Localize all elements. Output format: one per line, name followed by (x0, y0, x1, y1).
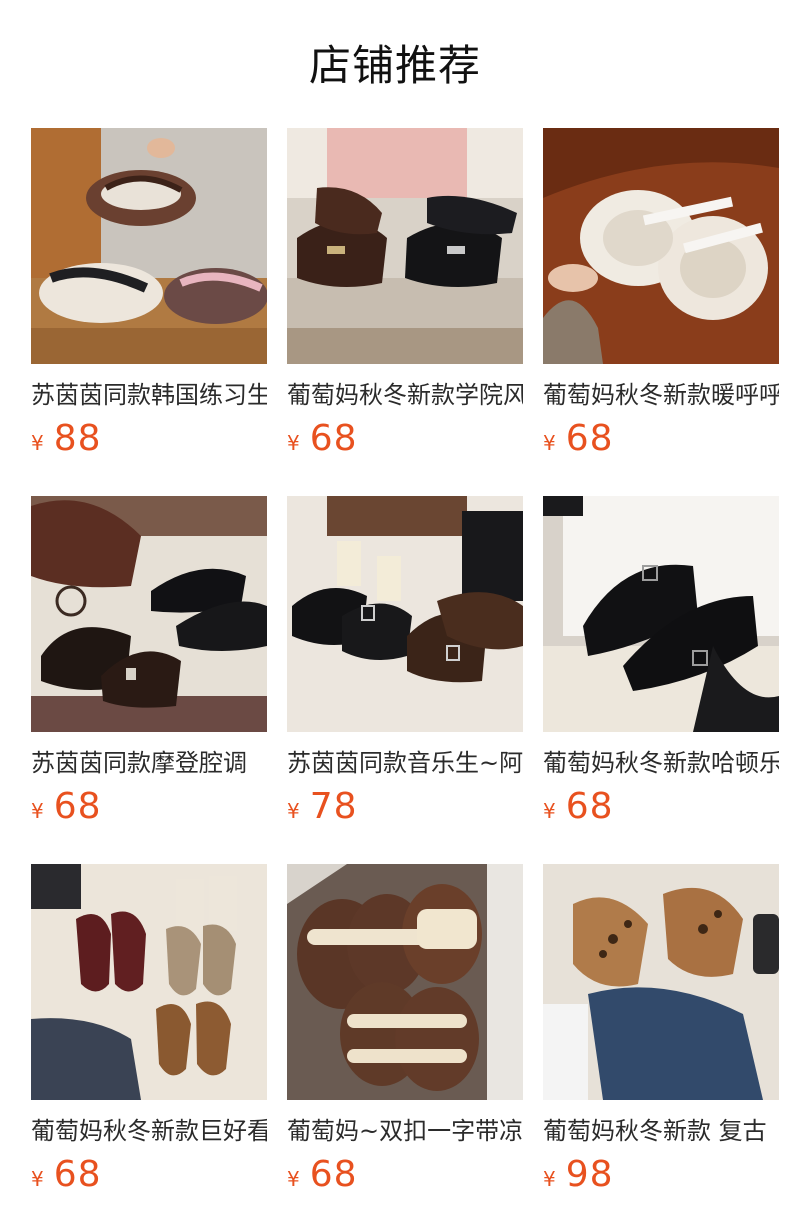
price-value: 68 (565, 418, 614, 459)
product-card[interactable]: 苏茵茵同款摩登腔调 ¥ 68 (31, 496, 267, 864)
product-image[interactable] (31, 864, 267, 1100)
product-price: ¥ 68 (31, 1154, 267, 1198)
product-card[interactable]: 葡萄妈秋冬新款暖呼呼 ¥ 68 (543, 128, 779, 496)
currency-symbol: ¥ (287, 1167, 300, 1191)
price-value: 88 (53, 418, 102, 459)
product-price: ¥ 68 (31, 786, 267, 830)
product-price: ¥ 88 (31, 418, 267, 462)
currency-symbol: ¥ (543, 799, 556, 823)
price-value: 68 (309, 418, 358, 459)
product-price: ¥ 68 (543, 786, 779, 830)
product-image[interactable] (287, 864, 523, 1100)
product-image[interactable] (287, 128, 523, 364)
currency-symbol: ¥ (31, 799, 44, 823)
product-name[interactable]: 葡萄妈秋冬新款哈顿乐 (543, 746, 779, 780)
product-name[interactable]: 葡萄妈秋冬新款巨好看 (31, 1114, 267, 1148)
product-price: ¥ 98 (543, 1154, 779, 1198)
price-value: 68 (565, 786, 614, 827)
currency-symbol: ¥ (543, 431, 556, 455)
product-card[interactable]: 葡萄妈秋冬新款哈顿乐 ¥ 68 (543, 496, 779, 864)
product-image[interactable] (287, 496, 523, 732)
price-value: 78 (309, 786, 358, 827)
currency-symbol: ¥ (287, 431, 300, 455)
product-card[interactable]: 葡萄妈秋冬新款 复古 ¥ 98 (543, 864, 779, 1232)
product-name[interactable]: 苏茵茵同款韩国练习生 (31, 378, 267, 412)
page-title: 店铺推荐 (308, 41, 481, 90)
product-name[interactable]: 葡萄妈~双扣一字带凉 (287, 1114, 523, 1148)
price-value: 68 (53, 786, 102, 827)
product-price: ¥ 68 (543, 418, 779, 462)
product-card[interactable]: 苏茵茵同款音乐生~阿 ¥ 78 (287, 496, 523, 864)
price-value: 68 (53, 1154, 102, 1195)
product-name[interactable]: 苏茵茵同款摩登腔调 (31, 746, 267, 780)
product-name[interactable]: 葡萄妈秋冬新款 复古 (543, 1114, 779, 1148)
currency-symbol: ¥ (31, 431, 44, 455)
product-price: ¥ 78 (287, 786, 523, 830)
product-card[interactable]: 苏茵茵同款韩国练习生 ¥ 88 (31, 128, 267, 496)
product-price: ¥ 68 (287, 1154, 523, 1198)
product-image[interactable] (543, 496, 779, 732)
product-image[interactable] (31, 496, 267, 732)
product-card[interactable]: 葡萄妈~双扣一字带凉 ¥ 68 (287, 864, 523, 1232)
product-image[interactable] (543, 128, 779, 364)
product-price: ¥ 68 (287, 418, 523, 462)
currency-symbol: ¥ (287, 799, 300, 823)
currency-symbol: ¥ (543, 1167, 556, 1191)
product-card[interactable]: 葡萄妈秋冬新款学院风 ¥ 68 (287, 128, 523, 496)
product-grid: 苏茵茵同款韩国练习生 ¥ 88 葡萄妈秋冬新款学院风 ¥ 68 葡萄妈秋冬新款暖… (31, 128, 779, 1232)
product-image[interactable] (31, 128, 267, 364)
product-image[interactable] (543, 864, 779, 1100)
product-name[interactable]: 苏茵茵同款音乐生~阿 (287, 746, 523, 780)
product-card[interactable]: 葡萄妈秋冬新款巨好看 ¥ 68 (31, 864, 267, 1232)
product-name[interactable]: 葡萄妈秋冬新款暖呼呼 (543, 378, 779, 412)
currency-symbol: ¥ (31, 1167, 44, 1191)
price-value: 98 (565, 1154, 614, 1195)
product-name[interactable]: 葡萄妈秋冬新款学院风 (287, 378, 523, 412)
price-value: 68 (309, 1154, 358, 1195)
